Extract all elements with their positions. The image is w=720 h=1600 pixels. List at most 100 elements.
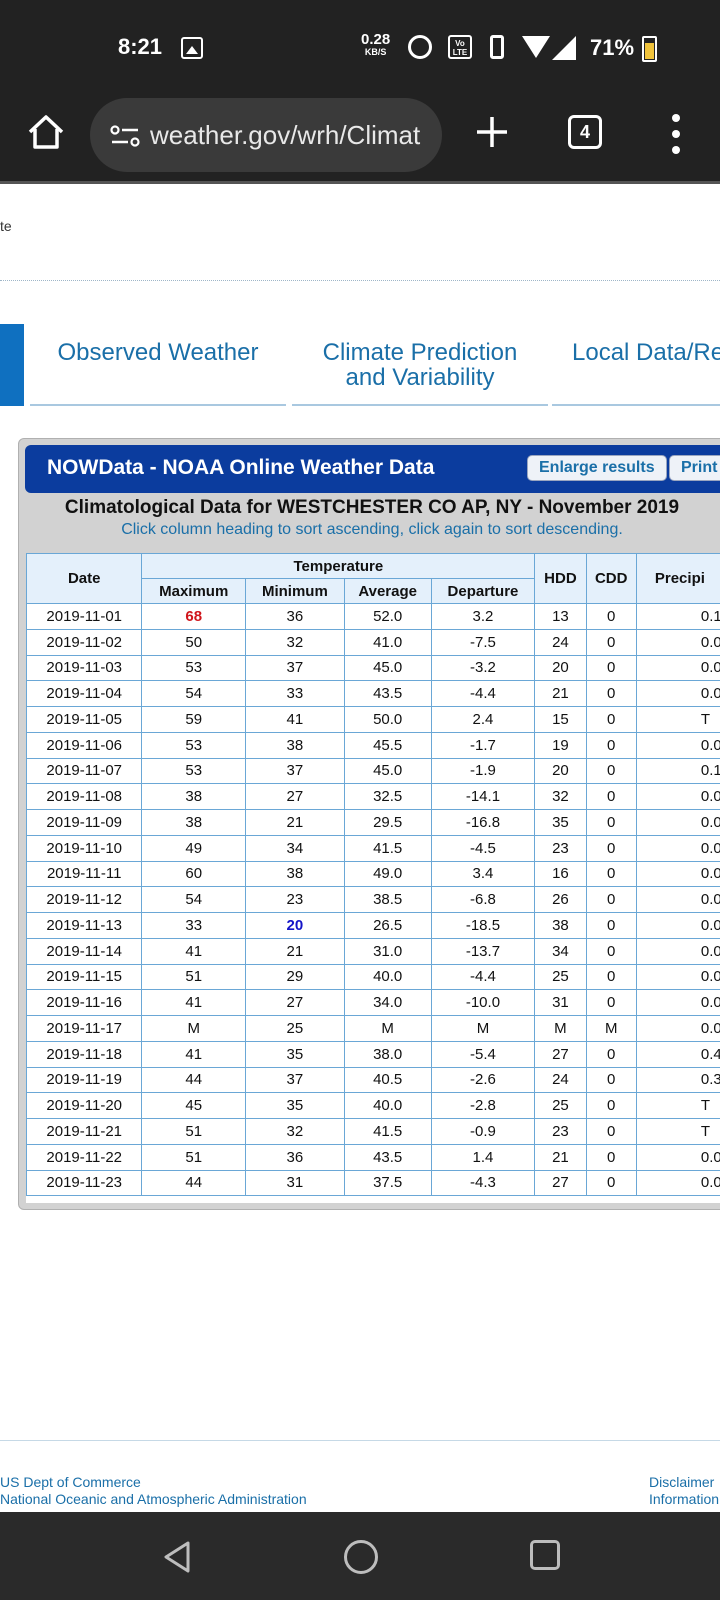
new-tab-icon[interactable] (474, 114, 510, 150)
table-row: 2019-11-22 51 36 43.5 1.4 21 0 0.0 (26, 1143, 720, 1171)
cell-departure: 1.4 (430, 1143, 536, 1171)
cell-average: 31.0 (343, 937, 432, 965)
cell-cdd: M (585, 1015, 637, 1042)
footer-link-commerce[interactable]: US Dept of Commerce (0, 1474, 307, 1491)
cell-cdd: 0 (585, 1118, 637, 1145)
recents-icon[interactable] (530, 1540, 560, 1570)
home-icon[interactable] (26, 112, 66, 152)
col-header-date[interactable]: Date (26, 553, 143, 604)
cell-minimum: 23 (245, 886, 345, 913)
cell-precip: 0.3 (635, 1066, 720, 1094)
cell-precip: 0.0 (635, 963, 720, 991)
nav-local-data[interactable]: Local Data/Re (572, 340, 720, 365)
col-header-hdd[interactable]: HDD (534, 553, 587, 604)
cell-hdd: 34 (534, 937, 587, 965)
table-row: 2019-11-13 33 20 26.5 -18.5 38 0 0.0 (26, 912, 720, 939)
cell-date: 2019-11-21 (26, 1118, 143, 1145)
enlarge-results-button[interactable]: Enlarge results (527, 455, 667, 481)
climate-table-container[interactable]: Date Temperature HDD CDD Precipi Maximum… (26, 553, 720, 1203)
table-row: 2019-11-09 38 21 29.5 -16.8 35 0 0.0 (26, 809, 720, 836)
cell-average: 32.5 (343, 783, 432, 810)
cell-average: 45.5 (343, 731, 432, 759)
cell-maximum: 38 (141, 809, 247, 836)
cell-departure: -3.2 (430, 654, 536, 682)
col-header-maximum[interactable]: Maximum (141, 578, 247, 604)
browser-toolbar: weather.gov/wrh/Climat 4 (0, 92, 720, 184)
cell-departure: -1.9 (430, 757, 536, 785)
footer-links: Disclaimer Information (649, 1474, 719, 1508)
cell-date: 2019-11-19 (26, 1066, 143, 1094)
cell-minimum: 29 (245, 963, 345, 991)
cell-date: 2019-11-02 (26, 628, 143, 656)
cell-cdd: 0 (585, 1066, 637, 1094)
cell-minimum: 37 (245, 1066, 345, 1094)
col-header-minimum[interactable]: Minimum (245, 578, 345, 604)
cell-date: 2019-11-06 (26, 731, 143, 759)
cell-hdd: 20 (534, 654, 587, 682)
cell-hdd: 26 (534, 886, 587, 913)
cell-average: 43.5 (343, 680, 432, 707)
cell-minimum: 33 (245, 680, 345, 707)
url-text[interactable]: weather.gov/wrh/Climat (150, 120, 430, 151)
footer-link-noaa[interactable]: National Oceanic and Atmospheric Adminis… (0, 1491, 307, 1508)
cell-hdd: 15 (534, 706, 587, 733)
cell-precip: T (635, 706, 720, 733)
table-row: 2019-11-23 44 31 37.5 -4.3 27 0 0.0 (26, 1169, 720, 1197)
cell-departure: M (430, 1015, 536, 1042)
footer-link-disclaimer[interactable]: Disclaimer (649, 1474, 719, 1491)
cell-date: 2019-11-11 (26, 860, 143, 888)
cell-departure: -14.1 (430, 783, 536, 810)
dotted-divider (0, 280, 720, 281)
nav-underline (30, 404, 286, 406)
cell-precip: 0.0 (635, 1169, 720, 1197)
cell-date: 2019-11-12 (26, 886, 143, 913)
cell-departure: -1.7 (430, 731, 536, 759)
cell-minimum: 27 (245, 989, 345, 1016)
cell-departure: -6.8 (430, 886, 536, 913)
site-settings-icon[interactable] (110, 124, 140, 148)
nav-climate-prediction[interactable]: Climate Prediction and Variability (300, 340, 540, 390)
cell-minimum: 32 (245, 628, 345, 656)
cell-maximum: 41 (141, 989, 247, 1016)
col-header-average[interactable]: Average (343, 578, 432, 604)
cell-hdd: 27 (534, 1040, 587, 1068)
cell-departure: -2.8 (430, 1092, 536, 1119)
cell-maximum: 53 (141, 757, 247, 785)
table-row: 2019-11-05 59 41 50.0 2.4 15 0 T (26, 706, 720, 733)
table-row: 2019-11-12 54 23 38.5 -6.8 26 0 0.0 (26, 886, 720, 913)
cell-maximum: 53 (141, 731, 247, 759)
cell-hdd: 27 (534, 1169, 587, 1197)
volte-icon: Vo LTE (448, 35, 472, 59)
cell-maximum: 54 (141, 886, 247, 913)
table-row: 2019-11-14 41 21 31.0 -13.7 34 0 0.0 (26, 937, 720, 965)
address-bar[interactable]: weather.gov/wrh/Climat (90, 98, 442, 172)
cell-minimum: 27 (245, 783, 345, 810)
home-nav-icon[interactable] (344, 1540, 378, 1574)
cell-departure: -18.5 (430, 912, 536, 939)
col-header-precip[interactable]: Precipi (635, 553, 720, 604)
back-icon[interactable] (160, 1540, 194, 1574)
nav-active-accent (0, 324, 24, 406)
cell-precip: 0.0 (635, 680, 720, 707)
nav-observed-weather[interactable]: Observed Weather (30, 340, 286, 365)
cell-maximum: 44 (141, 1169, 247, 1197)
more-menu-icon[interactable] (664, 114, 688, 154)
climate-table: Date Temperature HDD CDD Precipi Maximum… (26, 553, 720, 1197)
cell-departure: 3.2 (430, 603, 536, 630)
cell-cdd: 0 (585, 912, 637, 939)
battery-percent: 71% (590, 35, 635, 60)
cell-average: 41.5 (343, 834, 432, 862)
table-row: 2019-11-16 41 27 34.0 -10.0 31 0 0.0 (26, 989, 720, 1016)
tab-switcher-button[interactable]: 4 (568, 115, 602, 149)
alarm-icon (408, 35, 432, 59)
cell-minimum: 21 (245, 937, 345, 965)
cell-precip: 0.0 (635, 912, 720, 939)
footer-link-information[interactable]: Information (649, 1491, 719, 1508)
cell-date: 2019-11-05 (26, 706, 143, 733)
col-header-departure[interactable]: Departure (430, 578, 536, 604)
cell-hdd: 35 (534, 809, 587, 836)
cell-maximum: M (141, 1015, 247, 1042)
cell-maximum: 44 (141, 1066, 247, 1094)
col-header-cdd[interactable]: CDD (585, 553, 637, 604)
print-button[interactable]: Print (669, 455, 720, 481)
